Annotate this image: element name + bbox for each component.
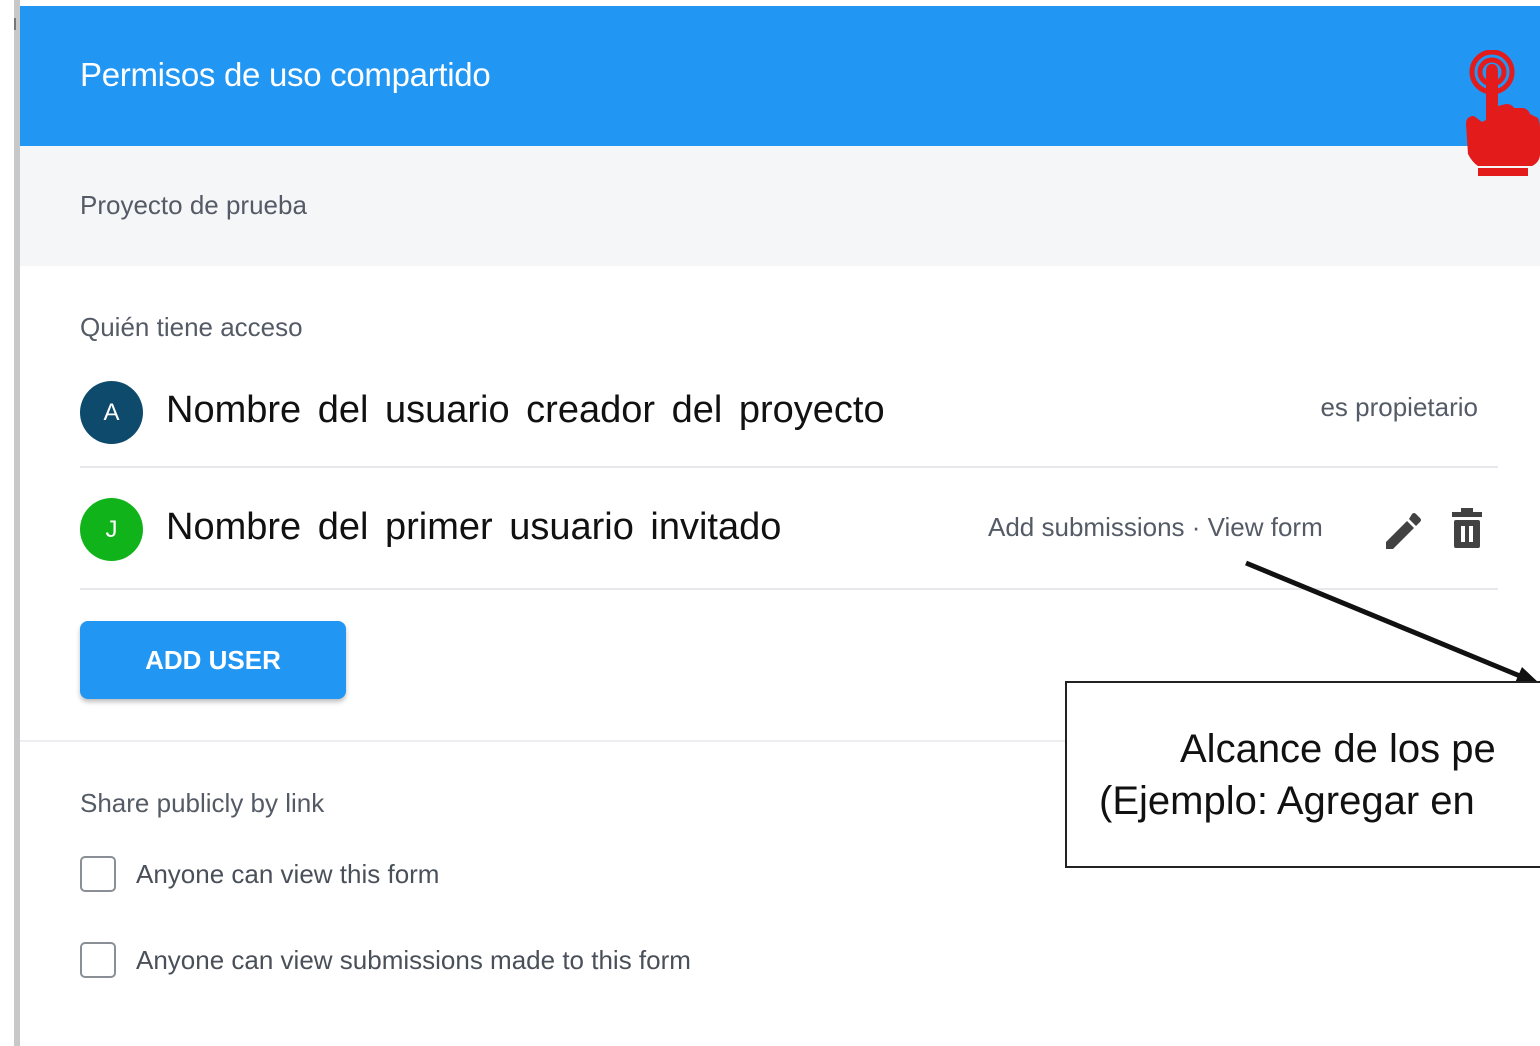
annotation-text-line2: (Ejemplo: Agregar en bbox=[1099, 779, 1475, 823]
annotation-text-line1: Alcance de los pe bbox=[1180, 727, 1496, 771]
annotation-arrow bbox=[1245, 560, 1540, 685]
annotation-callout: Alcance de los pe (Ejemplo: Agregar en bbox=[1065, 681, 1540, 868]
